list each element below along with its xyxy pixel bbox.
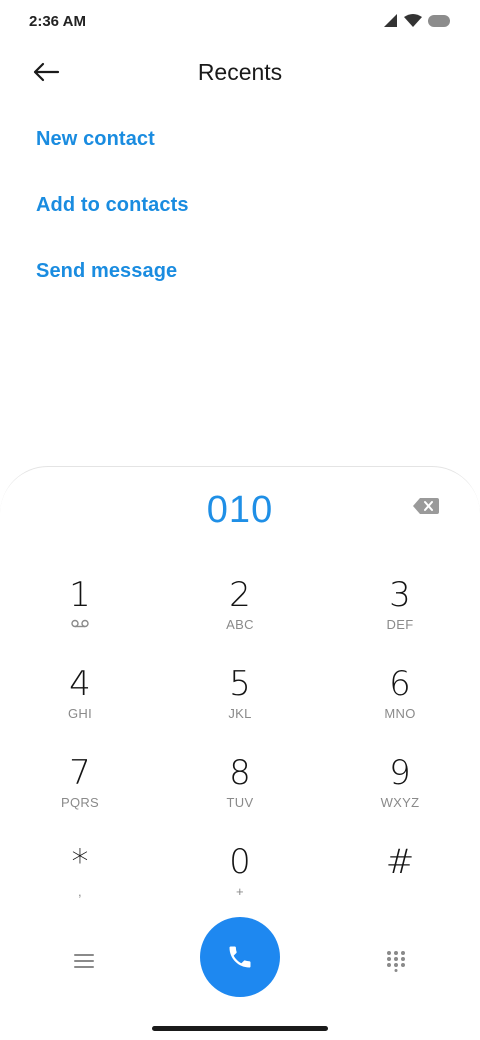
send-message-link[interactable]: Send message	[36, 260, 177, 283]
status-icons	[384, 14, 450, 27]
key-digit: 3	[389, 575, 411, 615]
battery-icon	[428, 14, 450, 27]
key-6[interactable]: 6 MNO	[340, 664, 460, 744]
voicemail-icon	[71, 619, 89, 628]
home-indicator[interactable]	[152, 1026, 328, 1031]
key-letters: WXYZ	[380, 795, 420, 810]
key-star[interactable]: * ,	[20, 842, 140, 922]
header: Recents	[0, 46, 480, 98]
key-digit: 9	[389, 753, 411, 793]
key-letters: ,	[78, 884, 82, 899]
new-contact-link[interactable]: New contact	[36, 128, 155, 151]
key-letters	[340, 884, 460, 900]
dialpad-button[interactable]	[376, 941, 416, 981]
key-letters: MNO	[384, 706, 416, 721]
key-8[interactable]: 8 TUV	[180, 753, 300, 833]
key-5[interactable]: 5 JKL	[180, 664, 300, 744]
wifi-icon	[404, 14, 422, 27]
key-digit: 5	[229, 664, 251, 704]
signal-icon	[384, 14, 397, 27]
status-bar: 2:36 AM	[0, 0, 480, 44]
key-4[interactable]: 4 GHI	[20, 664, 140, 744]
key-digit: 6	[389, 664, 411, 704]
key-letters: JKL	[228, 706, 252, 721]
add-to-contacts-link[interactable]: Add to contacts	[36, 194, 189, 217]
status-time: 2:36 AM	[29, 13, 86, 30]
key-letters: +	[236, 884, 244, 899]
key-2[interactable]: 2 ABC	[180, 575, 300, 655]
key-digit: 0	[229, 842, 251, 882]
menu-button[interactable]	[64, 943, 104, 979]
dialer-screen: 2:36 AM Recents New contact Add to conta…	[0, 0, 480, 1040]
key-digit: 2	[229, 575, 251, 615]
key-digit: 1	[69, 575, 91, 615]
key-digit: 7	[69, 753, 91, 793]
dialed-number: 010	[206, 489, 274, 531]
key-letters: TUV	[226, 795, 254, 810]
dialpad-icon	[387, 951, 405, 972]
key-1[interactable]: 1	[20, 575, 140, 655]
key-digit: 8	[229, 753, 251, 793]
key-letters: GHI	[67, 706, 92, 721]
key-digit: 4	[69, 664, 91, 704]
key-3[interactable]: 3 DEF	[340, 575, 460, 655]
key-digit: *	[71, 842, 89, 882]
key-letters: PQRS	[60, 795, 100, 810]
key-7[interactable]: 7 PQRS	[20, 753, 140, 833]
key-letters: DEF	[386, 617, 414, 632]
key-hash[interactable]: #	[340, 842, 460, 922]
menu-icon	[74, 954, 94, 968]
key-0[interactable]: 0 +	[180, 842, 300, 922]
dialer-bottom-bar	[0, 915, 480, 999]
key-digit: #	[385, 842, 415, 882]
phone-icon	[229, 946, 251, 968]
dialer-panel: 010 1 2 ABC 3 DEF 4 GHI 5 JKL 6 MNO 7 PQ…	[0, 466, 480, 1040]
backspace-button[interactable]	[412, 497, 444, 521]
backspace-icon	[413, 498, 439, 514]
page-title: Recents	[197, 59, 283, 85]
key-letters: ABC	[226, 617, 254, 632]
key-9[interactable]: 9 WXYZ	[340, 753, 460, 833]
call-button[interactable]	[200, 917, 280, 997]
